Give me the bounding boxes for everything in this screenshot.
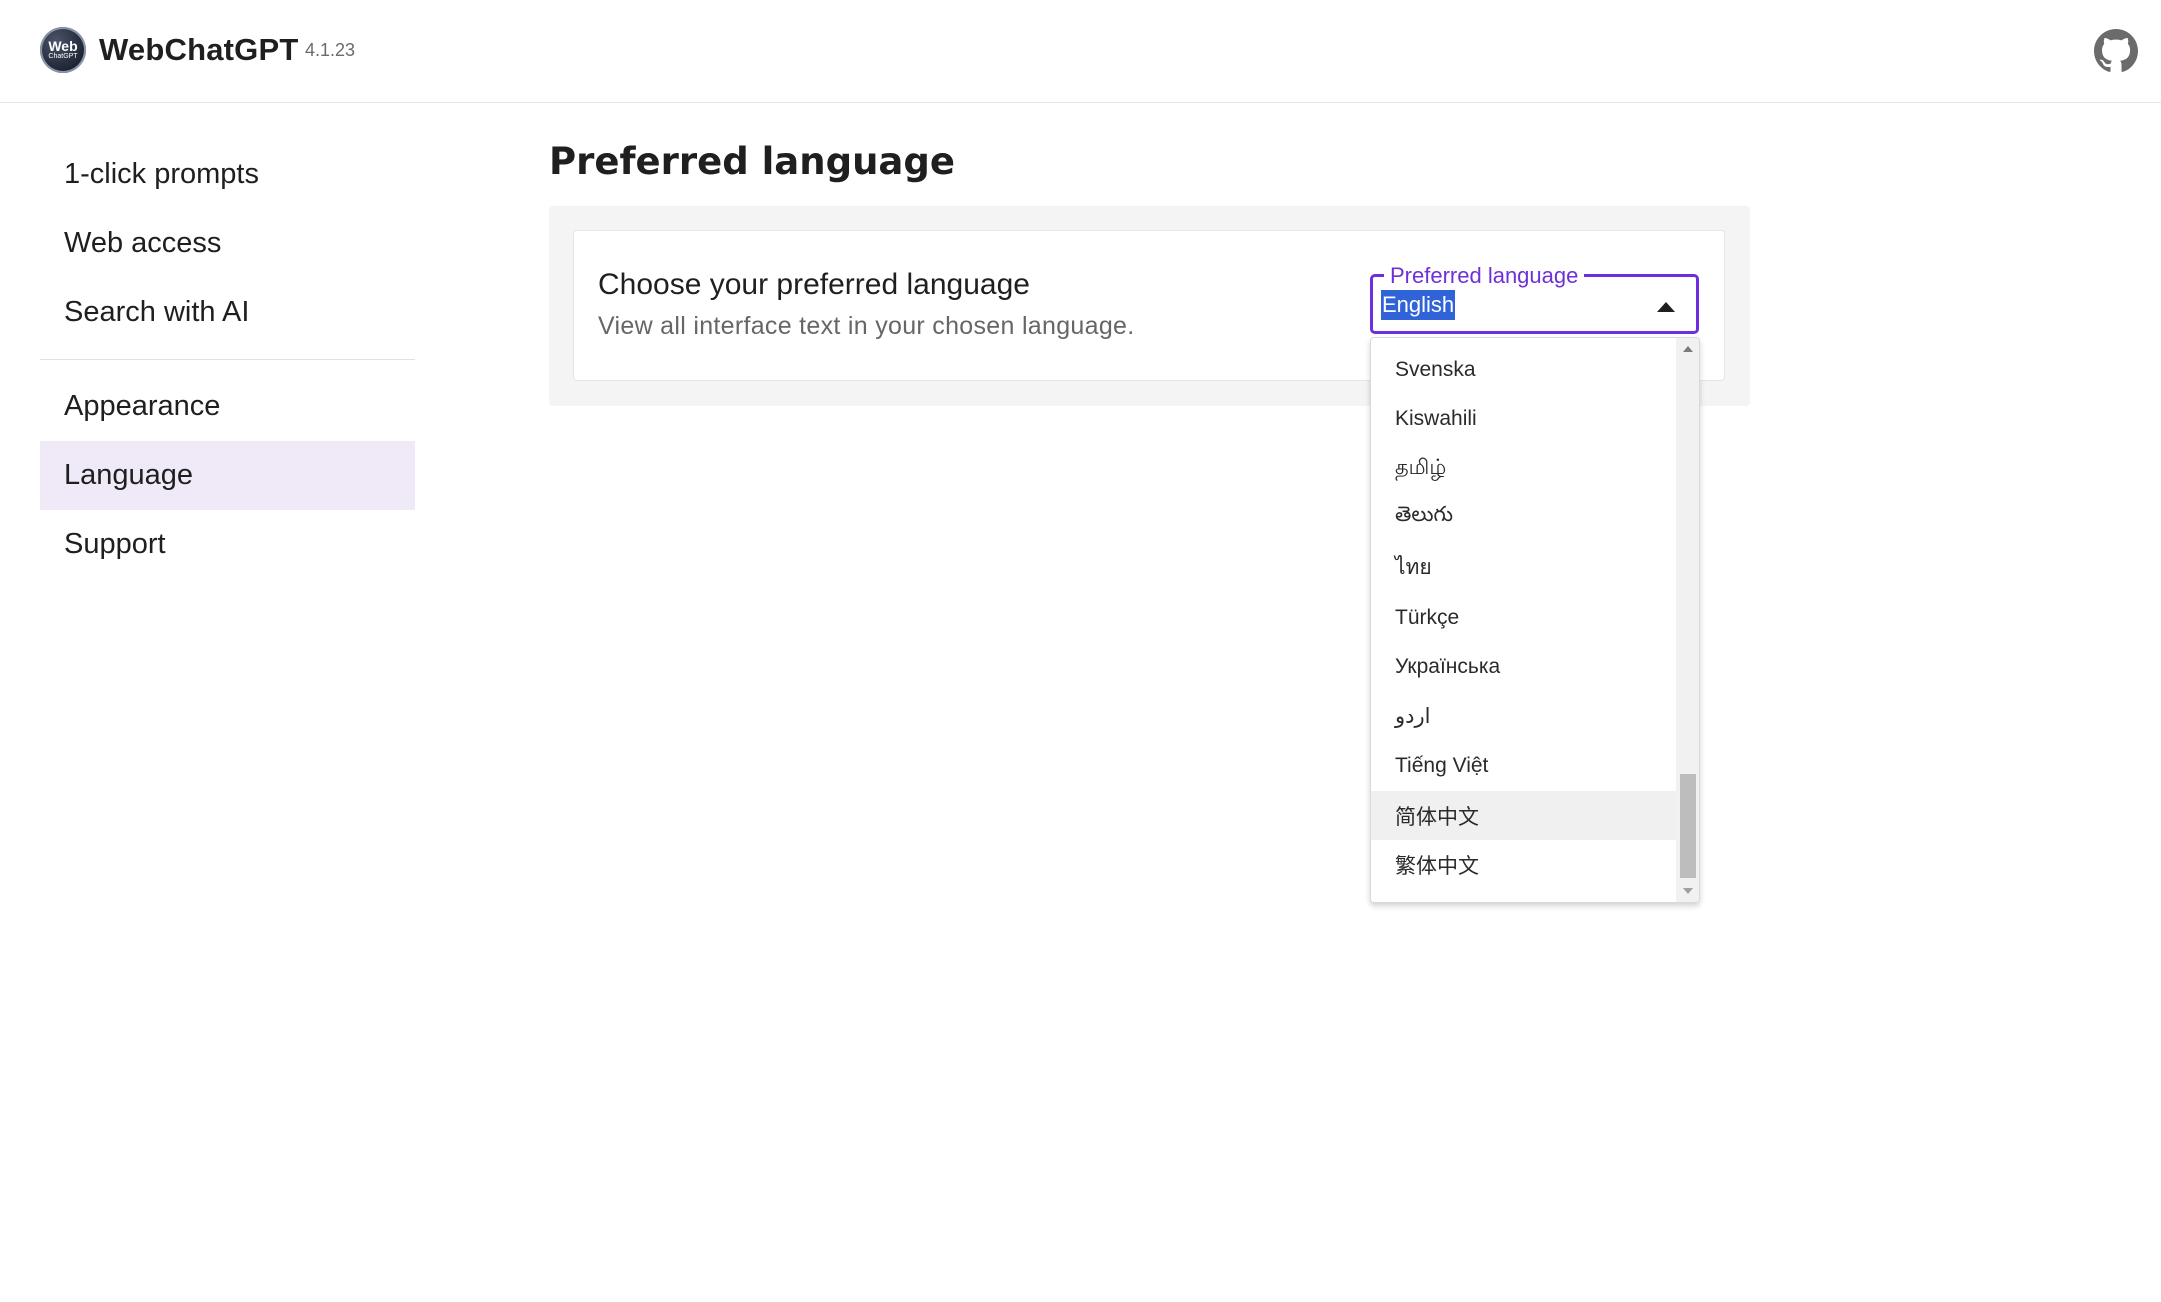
language-option[interactable]: Tiếng Việt — [1371, 741, 1676, 790]
language-option[interactable]: Türkçe — [1371, 593, 1676, 642]
setting-title: Choose your preferred language — [598, 268, 1030, 301]
github-icon[interactable] — [2094, 29, 2138, 73]
scrollbar-thumb[interactable] — [1680, 774, 1696, 878]
language-option[interactable]: Українська — [1371, 642, 1676, 691]
language-option[interactable]: Kiswahili — [1371, 394, 1676, 443]
sidebar-item-search-with-ai[interactable]: Search with AI — [40, 278, 415, 347]
sidebar-item-1-click-prompts[interactable]: 1-click prompts — [40, 140, 415, 209]
language-dropdown-list: Svenska Kiswahili தமிழ் తెలుగు ไทย Türkç… — [1370, 337, 1700, 903]
setting-description: View all interface text in your chosen l… — [598, 312, 1135, 340]
language-option[interactable]: اردو — [1371, 692, 1676, 741]
scroll-down-arrow-icon[interactable] — [1683, 888, 1693, 894]
language-select-value[interactable]: English — [1381, 290, 1456, 320]
app-version: 4.1.23 — [305, 40, 356, 60]
language-select-label: Preferred language — [1384, 263, 1585, 289]
app-name: WebChatGPT — [99, 32, 299, 67]
logo-text-main: Web — [48, 37, 78, 54]
language-option[interactable]: தமிழ் — [1371, 444, 1676, 493]
top-bar: Web ChatGPT WebChatGPT 4.1.23 — [0, 0, 2161, 103]
language-option[interactable]: 繁体中文 — [1371, 840, 1676, 889]
sidebar-item-support[interactable]: Support — [40, 510, 415, 579]
scroll-up-arrow-icon[interactable] — [1683, 346, 1693, 352]
page-title: Preferred language — [549, 140, 955, 183]
sidebar-divider — [40, 359, 415, 360]
dropdown-scrollbar[interactable] — [1676, 338, 1699, 902]
caret-up-icon[interactable] — [1657, 302, 1675, 312]
language-option[interactable]: ไทย — [1371, 543, 1676, 592]
sidebar: 1-click prompts Web access Search with A… — [40, 140, 415, 579]
sidebar-item-language[interactable]: Language — [40, 441, 415, 510]
sidebar-item-appearance[interactable]: Appearance — [40, 372, 415, 441]
language-option[interactable]: తెలుగు — [1371, 493, 1676, 542]
logo-text-sub: ChatGPT — [48, 52, 78, 60]
webchatgpt-logo-icon: Web ChatGPT — [40, 27, 86, 73]
sidebar-item-web-access[interactable]: Web access — [40, 209, 415, 278]
language-option[interactable]: Svenska — [1371, 345, 1676, 394]
language-option-hovered[interactable]: 简体中文 — [1371, 791, 1676, 840]
